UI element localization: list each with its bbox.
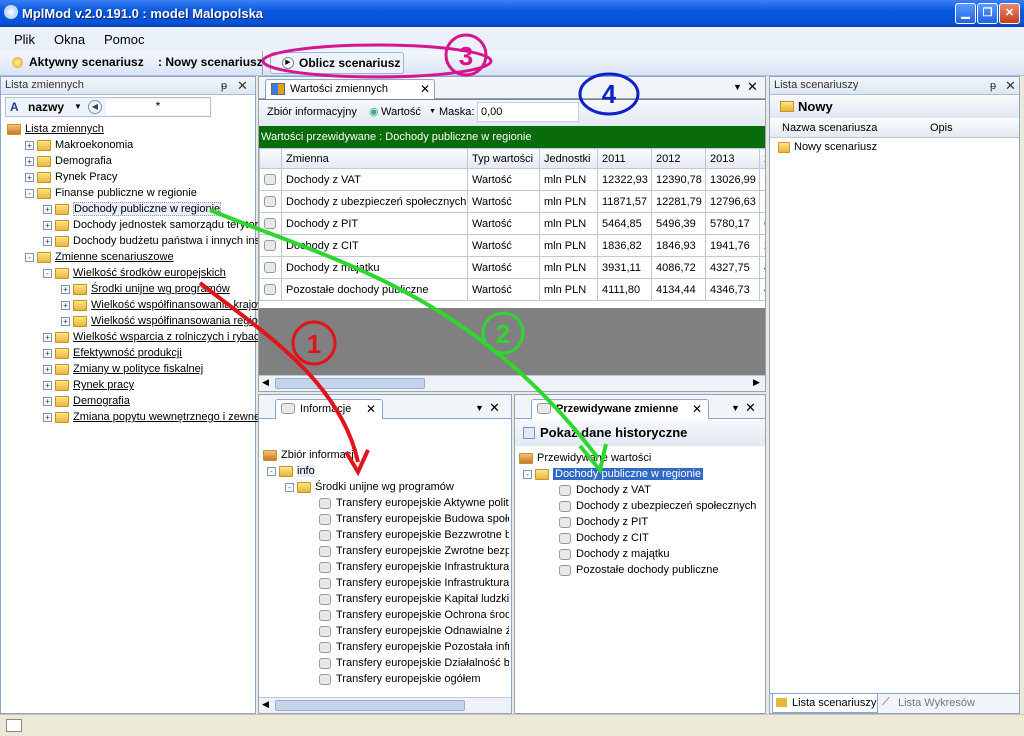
annotation-label-1: 1	[307, 329, 321, 359]
annotation-arrow-1	[198, 281, 360, 463]
annotation-label-3: 3	[459, 41, 473, 71]
annotation-overlay: 3 4 1 2	[198, 33, 640, 477]
annotation-label-4: 4	[602, 79, 617, 109]
annotation-arrowhead-2	[578, 443, 608, 475]
annotation-label-2: 2	[496, 319, 510, 349]
